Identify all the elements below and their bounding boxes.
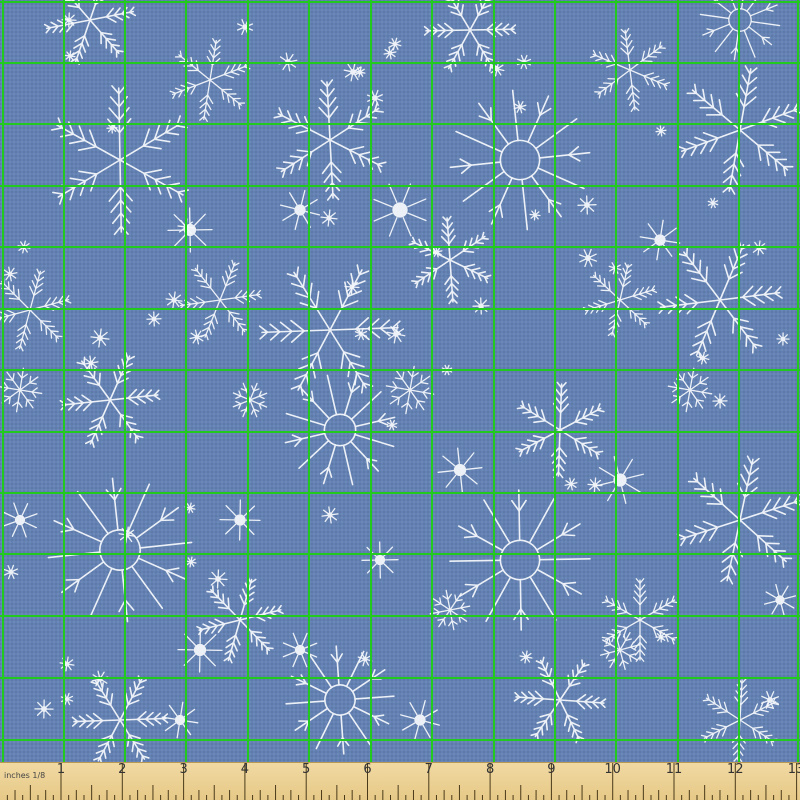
ruler-number: 6: [363, 762, 372, 777]
fabric-swatch: [0, 0, 800, 762]
ruler-units-label: inches 1/8: [4, 771, 46, 780]
ruler-number: 9: [547, 762, 556, 777]
ruler-number: 5: [302, 762, 311, 777]
ruler-number: 11: [665, 762, 683, 777]
measurement-grid: [0, 0, 800, 762]
ruler-number: 1: [56, 762, 66, 777]
ruler-number: 7: [424, 762, 433, 777]
ruler-number: 12: [727, 762, 744, 777]
ruler: inches 1/8 12345678910111213: [0, 762, 800, 800]
ruler-number: 10: [604, 762, 621, 777]
ruler-number: 3: [179, 762, 188, 777]
ruler-number: 4: [240, 762, 250, 777]
ruler-number: 8: [485, 762, 495, 777]
ruler-number: 13: [787, 762, 800, 777]
fabric-preview: inches 1/8 12345678910111213: [0, 0, 800, 800]
ruler-number: 2: [118, 762, 127, 777]
